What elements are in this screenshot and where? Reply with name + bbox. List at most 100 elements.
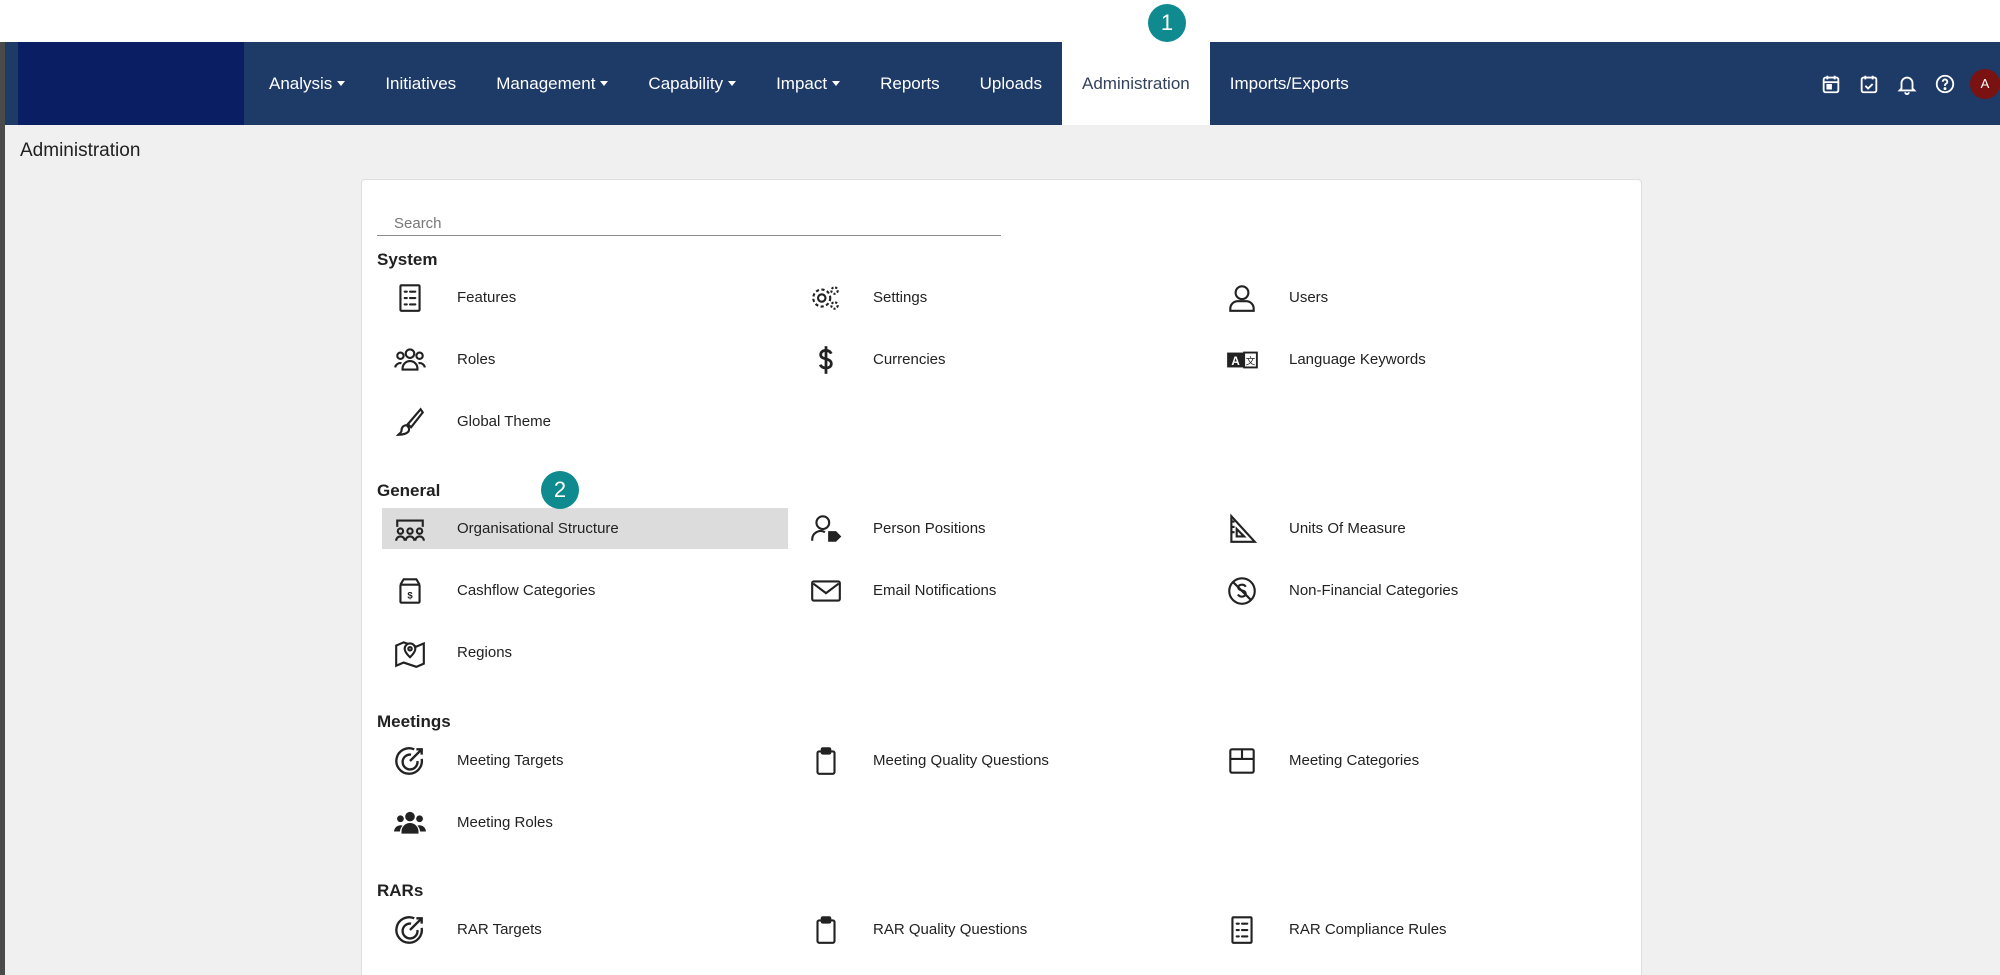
admin-item-label: RAR Targets — [457, 921, 542, 938]
nav-utility-icons: A — [1812, 42, 2000, 125]
admin-item-label: Non-Financial Categories — [1289, 582, 1459, 599]
nav-initiatives-label: Initiatives — [385, 73, 457, 93]
nav-capability-label: Capability — [648, 73, 724, 93]
translate-icon: A文 — [1218, 339, 1266, 380]
envelope-icon — [802, 570, 850, 611]
nav-imports-exports[interactable]: Imports/Exports — [1210, 42, 1369, 125]
dollar-icon — [802, 339, 850, 380]
admin-item-meeting-targets[interactable]: Meeting Targets — [382, 740, 788, 781]
admin-item-cashflow-categories[interactable]: $ Cashflow Categories — [382, 570, 788, 611]
brand-logo-area[interactable] — [18, 42, 244, 125]
nav-administration[interactable]: Administration — [1062, 42, 1210, 125]
tutorial-marker-2: 2 — [541, 471, 579, 509]
admin-item-regions[interactable]: Regions — [382, 632, 788, 673]
admin-item-rar-quality-questions[interactable]: RAR Quality Questions — [798, 909, 1204, 950]
target-arrow-icon — [386, 909, 434, 950]
admin-item-label: Meeting Quality Questions — [873, 752, 1049, 769]
admin-item-label: RAR Quality Questions — [873, 921, 1028, 938]
admin-item-label: Currencies — [873, 351, 946, 368]
org-structure-icon — [386, 508, 434, 549]
chevron-down-icon — [728, 81, 737, 86]
nav-menu: Analysis Initiatives Management Capabili… — [249, 42, 1369, 125]
nav-initiatives[interactable]: Initiatives — [365, 42, 476, 125]
admin-item-label: Language Keywords — [1289, 351, 1426, 368]
clipboard-icon — [802, 740, 850, 781]
admin-item-meeting-quality-questions[interactable]: Meeting Quality Questions — [798, 740, 1204, 781]
page-title: Administration — [20, 140, 141, 161]
person-tag-icon — [802, 508, 850, 549]
admin-item-users[interactable]: Users — [1214, 277, 1620, 318]
admin-item-features[interactable]: Features — [382, 277, 788, 318]
section-title-rars: RARs — [377, 881, 424, 900]
admin-item-label: Settings — [873, 289, 928, 306]
admin-item-person-positions[interactable]: Person Positions — [798, 508, 1204, 549]
brush-icon — [386, 401, 434, 442]
bell-icon[interactable] — [1888, 65, 1926, 103]
nav-management[interactable]: Management — [476, 42, 628, 125]
calendar-icon[interactable] — [1812, 65, 1850, 103]
section-title-system: System — [377, 250, 438, 269]
nav-capability[interactable]: Capability — [628, 42, 756, 125]
admin-item-currencies[interactable]: Currencies — [798, 339, 1204, 380]
admin-item-organisational-structure[interactable]: Organisational Structure — [382, 508, 788, 549]
admin-item-email-notifications[interactable]: Email Notifications — [798, 570, 1204, 611]
admin-item-meeting-roles[interactable]: Meeting Roles — [382, 802, 788, 843]
svg-text:$: $ — [407, 590, 413, 601]
nav-imports-exports-label: Imports/Exports — [1229, 73, 1349, 93]
help-icon[interactable] — [1926, 65, 1964, 103]
admin-item-label: Person Positions — [873, 520, 986, 537]
user-avatar[interactable]: A — [1970, 68, 2000, 99]
admin-item-label: Regions — [457, 644, 513, 661]
box-icon — [1218, 740, 1266, 781]
admin-item-non-financial-categories[interactable]: Non-Financial Categories — [1214, 570, 1620, 611]
admin-item-roles[interactable]: Roles — [382, 339, 788, 380]
admin-card: System Features Settings Users Roles Cur… — [361, 179, 1642, 975]
checklist-icon — [1218, 909, 1266, 950]
admin-item-label: RAR Compliance Rules — [1289, 921, 1447, 938]
nav-uploads-label: Uploads — [979, 73, 1043, 93]
svg-text:文: 文 — [1246, 355, 1256, 367]
admin-item-settings[interactable]: Settings — [798, 277, 1204, 318]
nav-reports-label: Reports — [880, 73, 940, 93]
admin-item-label: Organisational Structure — [457, 520, 619, 537]
tutorial-marker-1: 1 — [1148, 4, 1186, 42]
set-square-icon — [1218, 508, 1266, 549]
nav-impact-label: Impact — [776, 73, 828, 93]
gears-icon — [802, 277, 850, 318]
nav-impact[interactable]: Impact — [756, 42, 860, 125]
target-arrow-icon — [386, 740, 434, 781]
section-title-meetings: Meetings — [377, 712, 451, 731]
admin-item-label: Cashflow Categories — [457, 582, 596, 599]
admin-item-label: Global Theme — [457, 413, 551, 430]
nav-reports[interactable]: Reports — [860, 42, 960, 125]
section-title-general: General — [377, 481, 441, 500]
map-pin-icon — [386, 632, 434, 673]
admin-item-global-theme[interactable]: Global Theme — [382, 401, 788, 442]
admin-item-units-of-measure[interactable]: Units Of Measure — [1214, 508, 1620, 549]
nav-management-label: Management — [496, 73, 596, 93]
admin-item-label: Meeting Categories — [1289, 752, 1420, 769]
admin-item-label: Email Notifications — [873, 582, 997, 599]
nav-uploads[interactable]: Uploads — [960, 42, 1062, 125]
admin-item-meeting-categories[interactable]: Meeting Categories — [1214, 740, 1620, 781]
calendar-check-icon[interactable] — [1850, 65, 1888, 103]
people-icon — [386, 802, 434, 843]
no-dollar-icon — [1218, 570, 1266, 611]
user-icon — [1218, 277, 1266, 318]
chevron-down-icon — [832, 81, 841, 86]
admin-item-label: Meeting Roles — [457, 814, 553, 831]
chevron-down-icon — [600, 81, 609, 86]
top-navbar: Analysis Initiatives Management Capabili… — [5, 42, 2000, 125]
checklist-icon — [386, 277, 434, 318]
admin-item-rar-targets[interactable]: RAR Targets — [382, 909, 788, 950]
chevron-down-icon — [337, 81, 346, 86]
admin-item-language-keywords[interactable]: A文 Language Keywords — [1214, 339, 1620, 380]
nav-analysis[interactable]: Analysis — [249, 42, 365, 125]
search-input[interactable] — [377, 194, 1001, 236]
users-group-icon — [386, 339, 434, 380]
clipboard-icon — [802, 909, 850, 950]
nav-analysis-label: Analysis — [269, 73, 333, 93]
admin-item-rar-compliance-rules[interactable]: RAR Compliance Rules — [1214, 909, 1620, 950]
main-content: Administration System Features Settings … — [5, 125, 2000, 975]
money-box-icon: $ — [386, 570, 434, 611]
